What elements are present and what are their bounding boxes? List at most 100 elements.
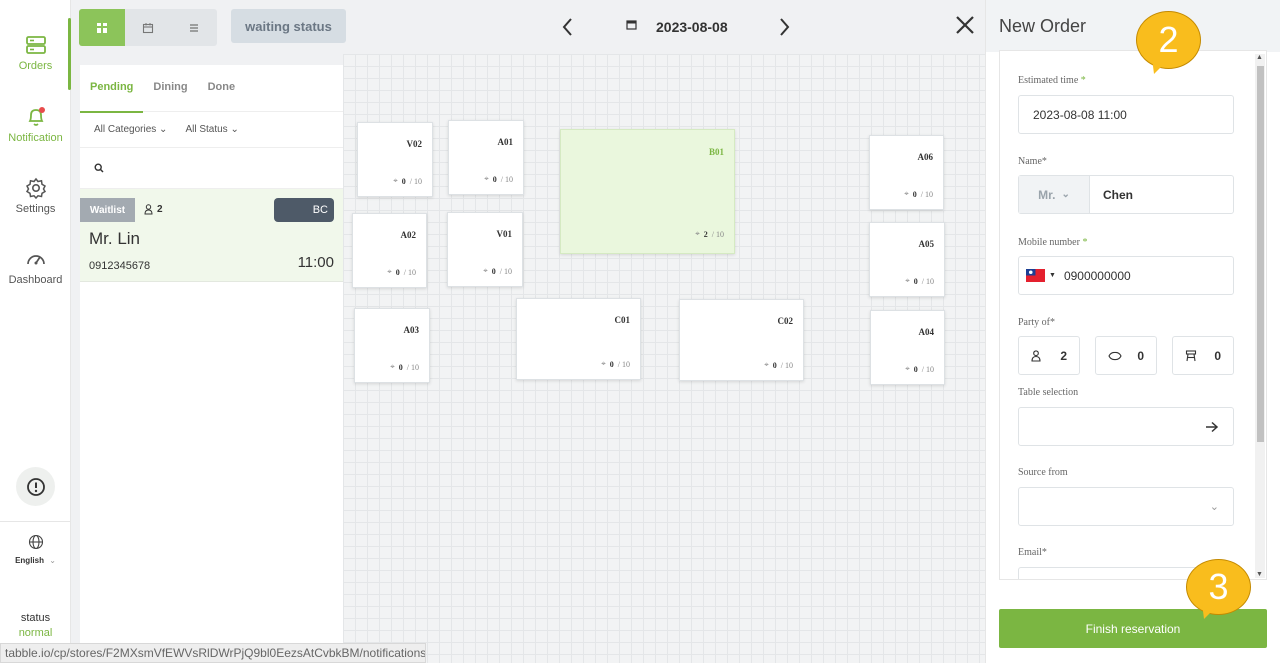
new-order-form: Estimated time * 2023-08-08 11:00 Name* …	[999, 50, 1267, 580]
table-name: C01	[614, 315, 631, 325]
tab-dining[interactable]: Dining	[143, 65, 197, 112]
date-navigator: 2023-08-08	[560, 14, 800, 40]
adults-stepper[interactable]: 2	[1018, 336, 1080, 375]
estimated-time-field[interactable]: 2023-08-08 11:00	[1018, 95, 1234, 134]
orders-list-panel: Pending Dining Done All Categories ⌄ All…	[80, 65, 343, 663]
high-chair-stepper[interactable]: 0	[1172, 336, 1234, 375]
nav-orders[interactable]: Orders	[0, 34, 71, 72]
country-chevron-icon[interactable]: ▼	[1049, 272, 1056, 279]
table-max: / 10	[920, 189, 933, 199]
table-card[interactable]: A06 ⌖ 0/ 10	[869, 135, 944, 210]
person-icon	[1031, 349, 1041, 362]
nav-dashboard[interactable]: Dashboard	[0, 248, 71, 286]
table-card[interactable]: A02 ⌖ 0/ 10	[352, 213, 427, 288]
floor-view-button[interactable]	[79, 9, 125, 46]
chevron-right-icon[interactable]	[776, 16, 792, 38]
callout-tail	[1202, 603, 1220, 619]
party-size: 2	[144, 204, 163, 215]
waitlist-badge: Waitlist	[80, 198, 135, 222]
table-seated: 0	[491, 266, 496, 276]
children-stepper[interactable]: 0	[1095, 336, 1157, 375]
scroll-thumb[interactable]	[1257, 66, 1264, 442]
current-date[interactable]: 2023-08-08	[656, 19, 728, 35]
table-name: A06	[917, 152, 934, 162]
table-card[interactable]: C01 ⌖ 0/ 10	[516, 298, 641, 380]
tab-done[interactable]: Done	[198, 65, 246, 112]
child-icon	[1108, 351, 1122, 360]
info-button[interactable]	[16, 467, 55, 506]
table-max: / 10	[921, 276, 934, 286]
table-name: A04	[918, 327, 935, 337]
table-card-selected[interactable]: B01 ⌖ 2/ 10	[560, 129, 735, 254]
email-label: Email*	[1018, 547, 1047, 558]
table-card[interactable]: V02 ⌖ 0/ 10	[357, 122, 433, 197]
calendar-icon	[626, 20, 637, 30]
table-capacity: ⌖ 0/ 10	[483, 266, 512, 276]
estimated-time-value: 2023-08-08 11:00	[1033, 107, 1127, 122]
waiting-status-button[interactable]: waiting status	[231, 9, 346, 43]
chevron-down-icon: ⌄	[49, 556, 56, 565]
table-seated: 0	[609, 359, 614, 369]
table-card[interactable]: C02 ⌖ 0/ 10	[679, 299, 804, 381]
table-card[interactable]: A04 ⌖ 0/ 10	[870, 310, 945, 385]
chevron-down-icon: ⌄	[1209, 501, 1219, 513]
table-max: / 10	[409, 176, 422, 186]
order-customer-name: Mr. Lin	[89, 229, 141, 248]
finish-reservation-button[interactable]: Finish reservation	[999, 609, 1267, 648]
language-label: English	[15, 556, 44, 565]
scroll-up-icon[interactable]: ▲	[1256, 54, 1263, 61]
scroll-down-icon[interactable]: ▼	[1256, 571, 1263, 578]
calendar-icon	[142, 22, 154, 33]
category-filter[interactable]: All Categories ⌄	[94, 124, 167, 135]
taiwan-flag-icon[interactable]	[1026, 269, 1045, 282]
table-name: A03	[403, 325, 420, 335]
search-input[interactable]	[80, 148, 343, 189]
table-seated: 0	[912, 189, 917, 199]
table-card[interactable]: A03 ⌖ 0/ 10	[354, 308, 430, 383]
source-select[interactable]: ⌄	[1018, 487, 1234, 526]
nav-dashboard-label: Dashboard	[8, 274, 63, 286]
name-input[interactable]: Chen	[1090, 188, 1133, 202]
table-card[interactable]: V01 ⌖ 0/ 10	[447, 212, 523, 287]
chevron-down-icon: ⌄	[230, 124, 239, 135]
calendar-view-button[interactable]	[125, 9, 171, 46]
gauge-icon	[26, 255, 45, 265]
table-card[interactable]: A01 ⌖ 0/ 10	[448, 120, 524, 195]
status-label: status	[20, 612, 51, 624]
person-icon	[144, 204, 153, 215]
source-label: Source from	[1018, 467, 1068, 478]
nav-notification[interactable]: Notification	[0, 106, 71, 144]
table-name: A05	[918, 239, 935, 249]
name-field-group: Mr. ⌄ Chen	[1018, 175, 1234, 214]
status-filter[interactable]: All Status ⌄	[185, 124, 238, 135]
table-selection-field[interactable]	[1018, 407, 1234, 446]
nav-settings[interactable]: Settings	[0, 177, 71, 215]
table-seated: 0	[401, 176, 406, 186]
order-tabs: Pending Dining Done	[80, 65, 343, 113]
adults-count: 2	[1060, 348, 1067, 363]
required-mark: *	[1082, 237, 1088, 248]
title-select[interactable]: Mr. ⌄	[1019, 176, 1090, 213]
order-action-pill[interactable]: BC	[274, 198, 334, 222]
close-icon[interactable]	[954, 14, 976, 36]
list-icon	[190, 23, 198, 32]
chevron-left-icon[interactable]	[560, 16, 576, 38]
tab-pending[interactable]: Pending	[80, 65, 144, 113]
new-order-header: New Order	[986, 0, 1280, 52]
list-view-button[interactable]	[171, 9, 217, 46]
table-card[interactable]: A05 ⌖ 0/ 10	[869, 222, 945, 297]
mobile-input[interactable]: 0900000000	[1064, 269, 1131, 283]
mobile-field[interactable]: ▼ 0900000000	[1018, 256, 1234, 295]
table-capacity: ⌖ 2/ 10	[695, 229, 724, 239]
table-max: / 10	[403, 267, 416, 277]
table-seated: 0	[395, 267, 400, 277]
browser-status-url: tabble.io/cp/stores/F2MXsmVfEWVsRlDWrPjQ…	[0, 643, 426, 663]
floor-plan: V02 ⌖ 0/ 10 A01 ⌖ 0/ 10 B01 ⌖ 2/ 10 A06 ⌖ 0/…	[343, 54, 985, 663]
table-capacity: ⌖ 0/ 10	[393, 176, 422, 186]
table-name: C02	[777, 316, 794, 326]
order-card[interactable]: Waitlist 2 BC Mr. Lin 0912345678 11:00	[80, 189, 343, 282]
language-selector[interactable]: English ⌄	[0, 521, 71, 565]
view-toggle	[79, 9, 217, 46]
chevron-down-icon: ⌄	[159, 124, 168, 135]
form-scrollbar[interactable]: ▲ ▼	[1255, 54, 1265, 578]
